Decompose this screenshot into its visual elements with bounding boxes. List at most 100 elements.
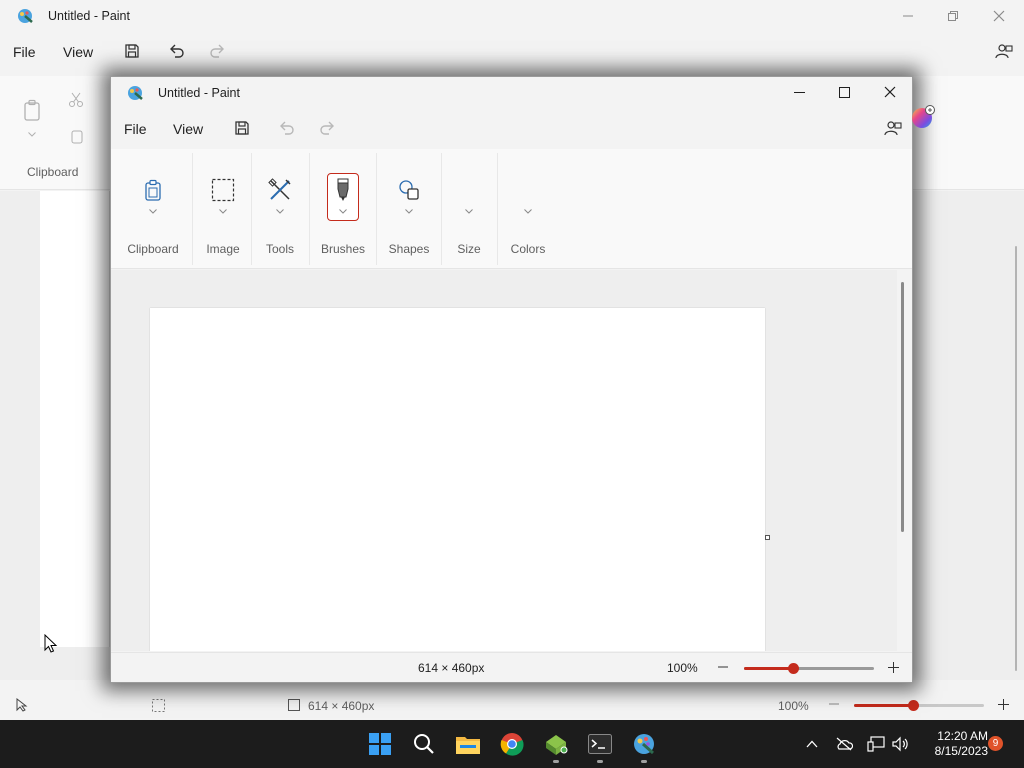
- minimize-icon: [903, 15, 913, 17]
- menu-view[interactable]: View: [173, 121, 203, 137]
- bg-menu-file[interactable]: File: [13, 44, 36, 60]
- vertical-scrollbar[interactable]: [901, 282, 904, 532]
- chevron-down-icon[interactable]: [404, 206, 414, 216]
- zoom-out-icon[interactable]: [827, 697, 841, 711]
- zoom-slider-fill: [744, 667, 793, 670]
- pointer-position-icon: [14, 697, 30, 713]
- redo-icon[interactable]: [207, 41, 227, 61]
- undo-icon[interactable]: [167, 41, 187, 61]
- ribbon-group-size[interactable]: Size: [445, 149, 493, 269]
- close-icon: [884, 86, 896, 98]
- minimize-button[interactable]: [776, 77, 822, 107]
- ribbon-group-colors[interactable]: Colors: [501, 149, 555, 269]
- ribbon-group-tools[interactable]: Tools: [253, 149, 307, 269]
- close-icon: [993, 10, 1005, 22]
- zoom-slider-thumb[interactable]: [788, 663, 799, 674]
- shapes-icon: [396, 177, 422, 203]
- close-button[interactable]: [867, 77, 913, 107]
- select-rectangle-icon: [210, 177, 236, 203]
- zoom-slider[interactable]: [744, 663, 874, 674]
- shapes-label: Shapes: [388, 242, 430, 256]
- green-app-icon[interactable]: [540, 728, 572, 760]
- chevron-down-icon[interactable]: [338, 206, 348, 216]
- clock-time: 12:20 AM: [937, 729, 988, 743]
- copy-icon[interactable]: [66, 128, 86, 148]
- bg-menu-view[interactable]: View: [63, 44, 93, 60]
- selection-size-icon: [150, 697, 166, 713]
- maximize-button[interactable]: [821, 77, 867, 107]
- canvas-resize-handle[interactable]: [765, 535, 770, 540]
- chevron-down-icon[interactable]: [275, 206, 285, 216]
- bg-close-button[interactable]: [976, 0, 1022, 32]
- redo-icon[interactable]: [317, 118, 337, 138]
- chevron-down-icon[interactable]: [523, 206, 533, 216]
- drawing-canvas[interactable]: [150, 308, 765, 651]
- start-icon[interactable]: [364, 728, 396, 760]
- clock-date: 8/15/2023: [934, 744, 988, 758]
- color-picker-icon[interactable]: [911, 105, 935, 129]
- account-icon[interactable]: [883, 118, 903, 138]
- menu-file[interactable]: File: [124, 121, 147, 137]
- save-icon[interactable]: [122, 41, 142, 61]
- window-title: Untitled - Paint: [158, 86, 240, 100]
- undo-icon[interactable]: [277, 118, 297, 138]
- bg-zoom-slider-fill: [854, 704, 913, 707]
- brushes-label: Brushes: [320, 242, 366, 256]
- file-explorer-icon[interactable]: [452, 728, 484, 760]
- bg-clipboard-label: Clipboard: [27, 165, 79, 179]
- zoom-out-icon[interactable]: [716, 660, 730, 674]
- zoom-in-icon[interactable]: [996, 697, 1010, 711]
- ribbon-divider: [251, 153, 252, 265]
- paint-icon[interactable]: [628, 728, 660, 760]
- ribbon-group-clipboard[interactable]: Clipboard: [121, 149, 185, 269]
- bg-minimize-button[interactable]: [885, 0, 931, 32]
- chrome-icon[interactable]: [496, 728, 528, 760]
- save-icon[interactable]: [232, 118, 252, 138]
- zoom-level: 100%: [667, 661, 698, 675]
- ribbon-divider: [309, 153, 310, 265]
- onedrive-offline-icon[interactable]: [834, 734, 854, 754]
- tools-label: Tools: [265, 242, 294, 256]
- clipboard-icon: [140, 177, 166, 203]
- ribbon-group-shapes[interactable]: Shapes: [379, 149, 439, 269]
- clipboard-icon[interactable]: [20, 98, 44, 122]
- chevron-down-icon[interactable]: [148, 206, 158, 216]
- title-bar[interactable]: Untitled - Paint: [111, 77, 912, 109]
- account-icon[interactable]: [994, 41, 1014, 61]
- canvas-size-text: 614 × 460px: [418, 661, 485, 675]
- bg-zoom-slider-thumb[interactable]: [908, 700, 919, 711]
- colors-label: Colors: [510, 242, 546, 256]
- volume-icon[interactable]: [890, 734, 910, 754]
- ribbon-group-brushes[interactable]: Brushes: [313, 149, 373, 269]
- bg-zoom-slider[interactable]: [854, 700, 984, 711]
- running-indicator: [597, 760, 603, 763]
- paint-app-icon: [126, 84, 144, 105]
- notification-badge[interactable]: 9: [988, 736, 1003, 751]
- size-label: Size: [457, 242, 481, 256]
- zoom-in-icon[interactable]: [886, 660, 900, 674]
- chevron-down-icon[interactable]: [464, 206, 474, 216]
- minimize-icon: [793, 91, 805, 93]
- ribbon-group-image[interactable]: Image: [195, 149, 251, 269]
- background-menu-bar: File View: [0, 36, 1024, 68]
- background-title-bar: Untitled - Paint: [0, 0, 1024, 32]
- bg-zoom-level: 100%: [778, 699, 809, 713]
- ribbon-divider: [192, 153, 193, 265]
- cut-icon[interactable]: [66, 90, 86, 110]
- chevron-down-icon[interactable]: [26, 128, 38, 140]
- canvas-size-icon: [286, 697, 302, 713]
- image-label: Image: [206, 242, 240, 256]
- paint-app-icon: [16, 7, 34, 28]
- chevron-up-icon[interactable]: [802, 734, 822, 754]
- search-icon[interactable]: [408, 728, 440, 760]
- system-clock[interactable]: 12:20 AM 8/15/2023: [918, 729, 988, 759]
- maximize-icon: [838, 86, 850, 98]
- bg-restore-button[interactable]: [930, 0, 976, 32]
- network-icon[interactable]: [866, 734, 886, 754]
- terminal-icon[interactable]: [584, 728, 616, 760]
- background-vertical-scrollbar[interactable]: [1015, 246, 1017, 671]
- chevron-down-icon[interactable]: [218, 206, 228, 216]
- background-canvas[interactable]: [40, 191, 110, 647]
- restore-icon: [948, 11, 958, 21]
- menu-bar: File View: [111, 113, 912, 145]
